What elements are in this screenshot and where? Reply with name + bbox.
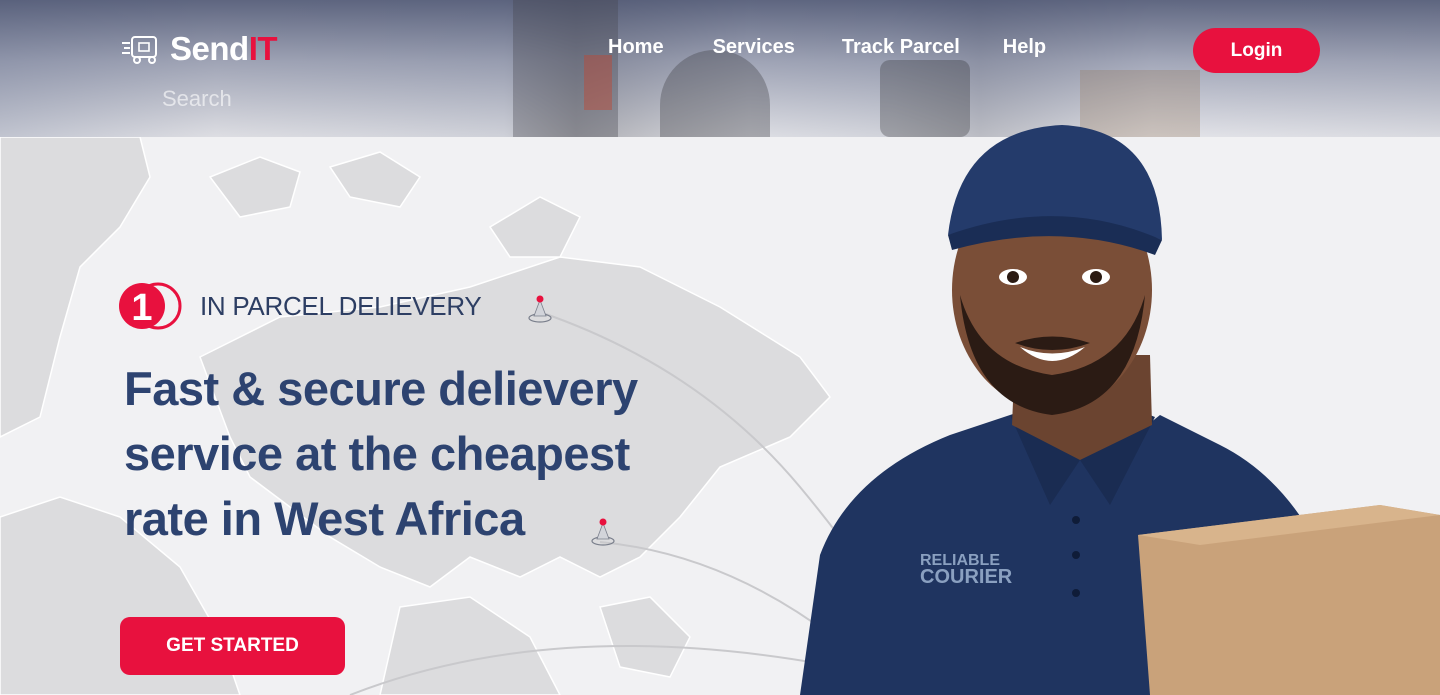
nav-track-parcel[interactable]: Track Parcel [842, 36, 960, 59]
nav-help[interactable]: Help [1003, 36, 1046, 59]
brand-logo[interactable]: SendIT [122, 30, 278, 68]
badge-text: IN PARCEL DELIEVERY [200, 290, 482, 321]
search-input[interactable] [160, 82, 464, 116]
hero-headline: Fast & secure delievery service at the c… [124, 362, 638, 545]
main-nav: Home Services Track Parcel Help [608, 36, 1046, 59]
svg-text:COURIER: COURIER [920, 566, 1013, 588]
badge-number: 1 [131, 287, 152, 329]
brand-name: SendIT [170, 30, 278, 67]
login-button[interactable]: Login [1193, 28, 1320, 73]
courier-image: RELIABLE COURIER [800, 125, 1440, 695]
nav-services[interactable]: Services [713, 36, 795, 59]
nav-home[interactable]: Home [608, 36, 664, 59]
delivery-truck-icon [122, 36, 157, 64]
number-one-badge-icon: 1 [119, 282, 182, 330]
brand-name-accent: IT [248, 30, 278, 67]
map-pin-icon [528, 295, 552, 323]
rank-badge: 1 IN PARCEL DELIEVERY [118, 282, 482, 330]
get-started-button[interactable]: GET STARTED [120, 617, 345, 675]
